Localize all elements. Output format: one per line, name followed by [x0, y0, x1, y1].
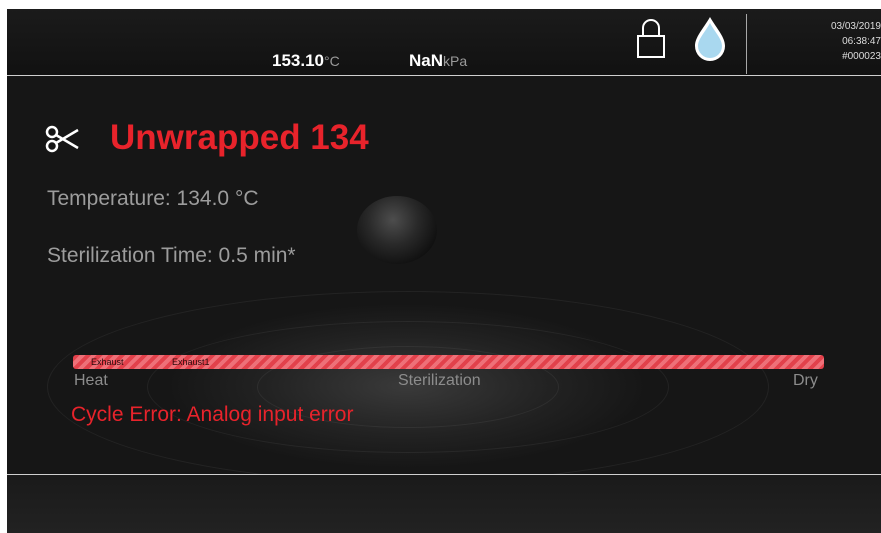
cycle-title: Unwrapped 134 — [110, 118, 369, 157]
temperature-unit: °C — [324, 53, 340, 69]
time-text: 06:38:47 — [842, 36, 881, 47]
phase-sterilization: Sterilization — [398, 372, 481, 389]
background-droplet — [357, 196, 437, 264]
status-divider — [746, 14, 747, 74]
phase-heat: Heat — [74, 372, 108, 389]
water-drop-icon[interactable] — [692, 15, 728, 63]
scissors-icon — [45, 125, 79, 153]
cycle-number: #000023 — [842, 51, 881, 62]
cycle-progress-bar: Exhaust Exhaust1 — [73, 355, 824, 369]
pressure-value: NaN — [409, 51, 444, 70]
temperature-value: 153.10 — [272, 51, 324, 70]
cycle-error-message: Cycle Error: Analog input error — [71, 403, 354, 426]
stage-label-exhaust: Exhaust — [91, 357, 124, 367]
chamber-pressure: NaNkPa — [409, 51, 467, 71]
autoclave-screen: 153.10°C NaNkPa 03/03/2019 06:38:47 #000… — [7, 9, 881, 533]
stage-label-exhaust1: Exhaust1 — [172, 357, 210, 367]
date-text: 03/03/2019 — [830, 21, 881, 32]
cycle-panel: Unwrapped 134 Temperature: 134.0 °C Ster… — [7, 76, 881, 474]
chamber-temperature: 153.10°C — [272, 51, 340, 71]
status-bar: 153.10°C NaNkPa 03/03/2019 06:38:47 #000… — [7, 9, 881, 76]
lock-icon[interactable] — [636, 17, 666, 59]
sterilization-time-setting: Sterilization Time: 0.5 min* — [47, 244, 296, 267]
temperature-setting: Temperature: 134.0 °C — [47, 187, 259, 210]
phase-dry: Dry — [793, 372, 818, 389]
footer-bar — [7, 475, 881, 533]
pressure-unit: kPa — [443, 53, 468, 69]
date-time-info: 03/03/2019 06:38:47 #000023 — [761, 19, 881, 64]
